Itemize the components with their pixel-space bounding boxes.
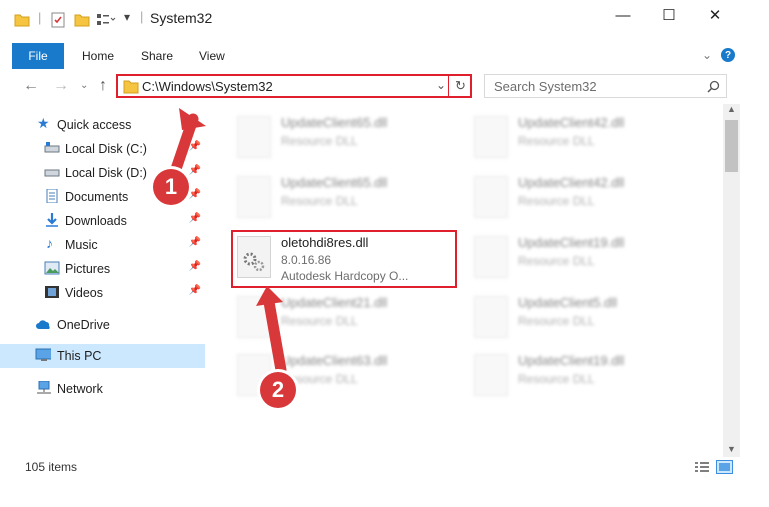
arrow-2-head [256, 286, 283, 306]
annotation-badge-2: 2 [260, 372, 296, 408]
annotation-arrows [169, 108, 287, 376]
arrow-2-shaft [263, 296, 287, 376]
arrow-1-head [179, 108, 206, 130]
annotation-badge-1: 1 [153, 169, 189, 205]
